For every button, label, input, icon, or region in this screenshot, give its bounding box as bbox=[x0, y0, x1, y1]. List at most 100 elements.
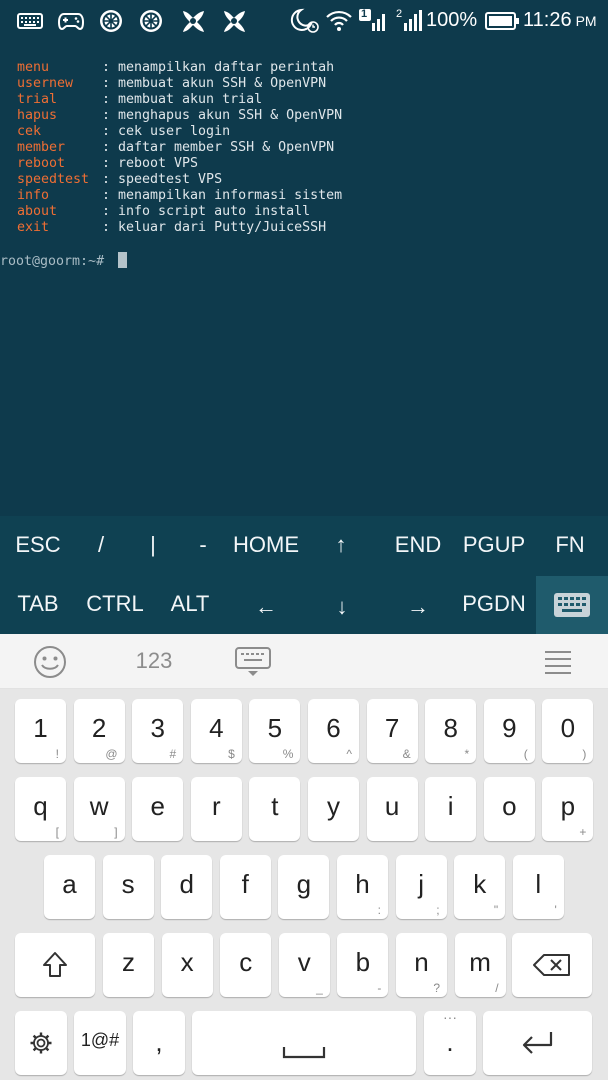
key-secondary-label: " bbox=[493, 903, 499, 917]
battery-percent: 100% bbox=[426, 9, 478, 31]
key-x[interactable]: x bbox=[161, 933, 213, 997]
key-secondary-label: @ bbox=[105, 747, 118, 761]
pgup-key[interactable]: PGUP bbox=[460, 520, 528, 570]
tab-key[interactable]: TAB bbox=[10, 579, 66, 629]
avast-icon bbox=[219, 8, 249, 34]
key-b[interactable]: b- bbox=[337, 933, 389, 997]
key-k[interactable]: k " bbox=[454, 855, 506, 919]
key-2[interactable]: 2 @ bbox=[73, 699, 125, 763]
key-secondary-label: % bbox=[282, 747, 294, 761]
key-t[interactable]: t bbox=[249, 777, 301, 841]
pgdn-key[interactable]: PGDN bbox=[458, 579, 530, 629]
menu-description: daftar member SSH & OpenVPN bbox=[118, 140, 335, 155]
key-d[interactable]: d bbox=[161, 855, 213, 919]
key-label: 4 bbox=[209, 713, 224, 743]
key-label: u bbox=[384, 791, 400, 821]
key-label: m bbox=[469, 947, 491, 977]
keyboard-down-icon[interactable] bbox=[234, 646, 272, 678]
enter-key[interactable] bbox=[483, 1011, 592, 1075]
pipe-key[interactable]: | bbox=[138, 520, 168, 570]
soft-keyboard: 1! 2 @3 #4 $5% 6 ^ 7 & 8 * 9(0) q[w] e r t y u i o p + asdfg… bbox=[0, 689, 608, 1080]
key-a[interactable]: a bbox=[44, 855, 95, 919]
period-key[interactable]: ··· . bbox=[424, 1009, 476, 1075]
key-o[interactable]: o bbox=[483, 777, 535, 841]
clock-ampm: PM bbox=[575, 13, 597, 29]
menu-description: membuat akun SSH & OpenVPN bbox=[118, 76, 327, 91]
settings-key[interactable] bbox=[15, 1011, 67, 1075]
key-7[interactable]: 7 & bbox=[366, 699, 418, 763]
slash-key[interactable]: / bbox=[86, 520, 116, 570]
key-label: 6 bbox=[326, 713, 341, 743]
menu-command: reboot bbox=[17, 156, 66, 171]
arrow-right-key[interactable]: → bbox=[402, 582, 434, 632]
key-label: c bbox=[239, 947, 253, 977]
menu-description: menampilkan daftar perintah bbox=[118, 60, 335, 75]
arrow-left-key[interactable]: ← bbox=[250, 582, 282, 632]
smiley-icon[interactable] bbox=[32, 644, 68, 680]
key-u[interactable]: u bbox=[366, 777, 418, 841]
key-e[interactable]: e bbox=[132, 777, 184, 841]
arrow-down-key[interactable]: ↓ bbox=[326, 582, 358, 632]
key-j[interactable]: j; bbox=[395, 855, 447, 919]
citrus-icon bbox=[137, 8, 165, 34]
sim1-badge: 1 bbox=[361, 8, 368, 20]
key-9[interactable]: 9( bbox=[483, 699, 535, 763]
backspace-icon bbox=[533, 954, 570, 976]
key-p[interactable]: p + bbox=[542, 777, 594, 841]
key-label: 0 bbox=[560, 713, 576, 743]
esc-key[interactable]: ESC bbox=[10, 520, 66, 570]
key-label: 9 bbox=[502, 713, 517, 743]
key-z[interactable]: z bbox=[103, 933, 154, 997]
key-n[interactable]: n? bbox=[396, 933, 447, 997]
menu-command: info bbox=[17, 188, 50, 203]
shift-key[interactable] bbox=[15, 933, 95, 997]
terminal-screen[interactable]: menu: menampilkan daftar perintah usernew:… bbox=[0, 44, 608, 516]
key-8[interactable]: 8 * bbox=[425, 699, 477, 763]
numbers-tab[interactable]: 123 bbox=[126, 648, 182, 674]
backspace-key[interactable] bbox=[512, 933, 592, 997]
symbols-key[interactable]: 1@# bbox=[74, 1011, 126, 1075]
menu-icon[interactable] bbox=[542, 648, 574, 676]
key-secondary-label: : bbox=[377, 903, 381, 917]
space-key[interactable] bbox=[192, 1011, 416, 1075]
home-key[interactable]: HOME bbox=[228, 520, 304, 570]
key-c[interactable]: c bbox=[220, 933, 272, 997]
key-s[interactable]: s bbox=[102, 855, 154, 919]
key-m[interactable]: m / bbox=[454, 933, 506, 997]
key-label: 1 bbox=[33, 713, 48, 743]
menu-command: about bbox=[17, 204, 58, 219]
key-h[interactable]: h: bbox=[337, 855, 388, 919]
key-y[interactable]: y bbox=[308, 777, 359, 841]
key-q[interactable]: q[ bbox=[15, 777, 66, 841]
comma-key[interactable]: , bbox=[133, 1011, 185, 1075]
key-w[interactable]: w] bbox=[73, 777, 125, 841]
key-label: 5 bbox=[267, 713, 283, 743]
fn-key[interactable]: FN bbox=[548, 520, 592, 570]
key-6[interactable]: 6 ^ bbox=[308, 699, 359, 763]
key-3[interactable]: 3 # bbox=[132, 699, 184, 763]
key-label: q bbox=[33, 791, 48, 821]
dash-key[interactable]: - bbox=[188, 520, 218, 570]
alt-key[interactable]: ALT bbox=[162, 579, 218, 629]
end-key[interactable]: END bbox=[390, 520, 446, 570]
key-4[interactable]: 4 $ bbox=[190, 699, 242, 763]
key-f[interactable]: f bbox=[219, 855, 271, 919]
key-5[interactable]: 5% bbox=[249, 699, 301, 763]
key-i[interactable]: i bbox=[425, 777, 477, 841]
keyboard-toggle-button[interactable] bbox=[536, 576, 608, 634]
key-label: s bbox=[121, 869, 135, 899]
key-v[interactable]: v _ bbox=[278, 933, 330, 997]
key-r[interactable]: r bbox=[190, 777, 242, 841]
key-l[interactable]: l ' bbox=[512, 855, 564, 919]
key-1[interactable]: 1! bbox=[15, 699, 66, 763]
arrow-up-key[interactable]: ↑ bbox=[326, 520, 356, 570]
key-label: h bbox=[355, 869, 370, 899]
extra-keys-bar: ESC / | - HOME ↑ END PGUP FN TAB CTRL AL… bbox=[0, 516, 608, 634]
key-label: p bbox=[560, 791, 576, 821]
key-0[interactable]: 0) bbox=[542, 699, 594, 763]
ctrl-key[interactable]: CTRL bbox=[80, 579, 150, 629]
key-g[interactable]: g bbox=[278, 855, 330, 919]
menu-command: trial bbox=[17, 92, 58, 107]
menu-command: speedtest bbox=[17, 172, 90, 187]
menu-command: usernew bbox=[17, 76, 74, 91]
